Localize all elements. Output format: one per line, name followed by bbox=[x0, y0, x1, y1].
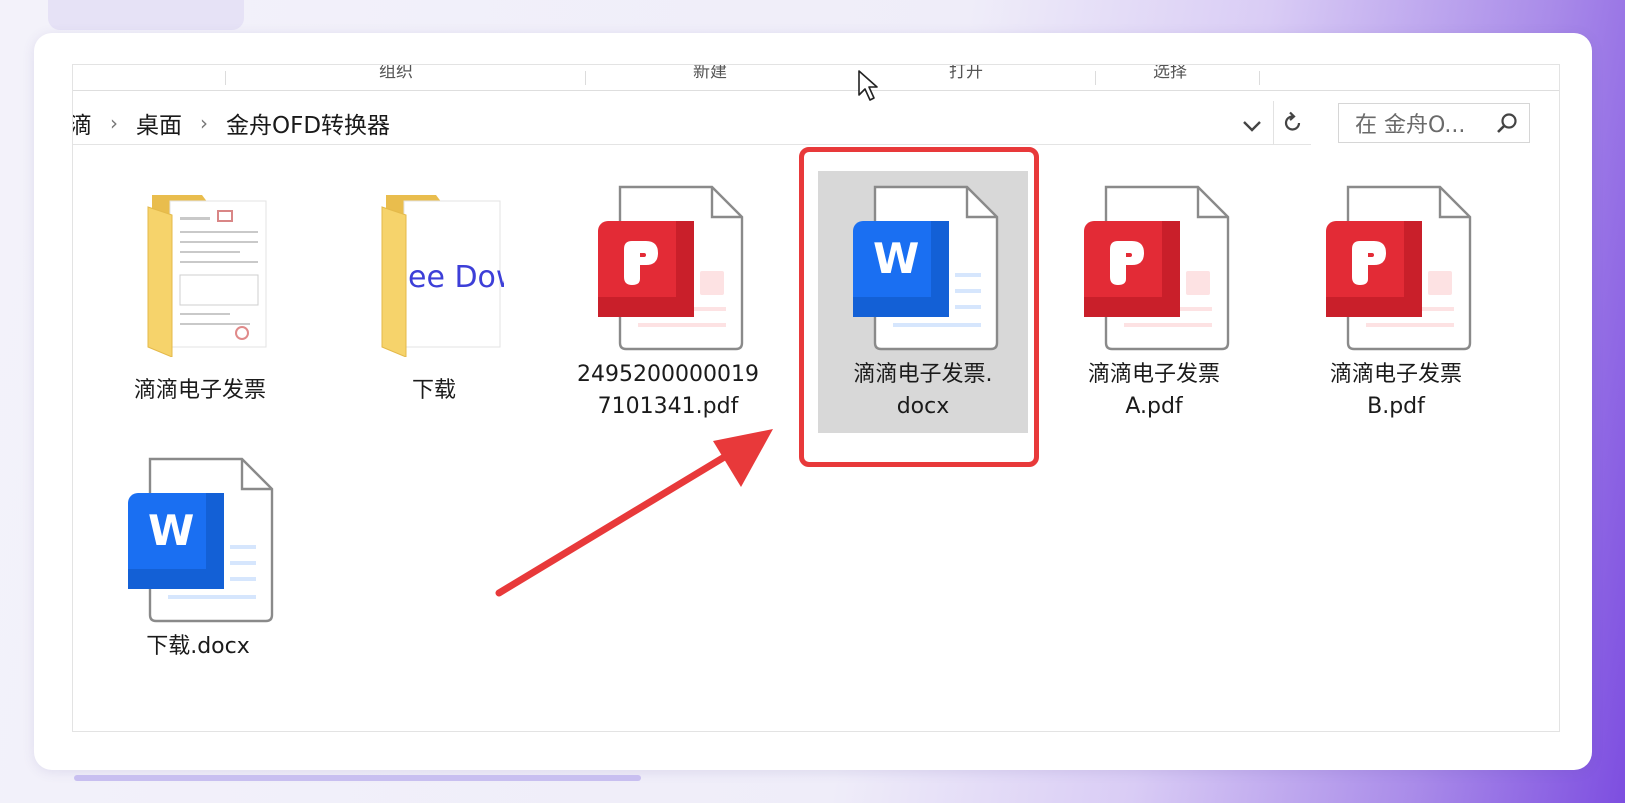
file-item-folder[interactable]: 滴滴电子发票 bbox=[95, 183, 305, 423]
mouse-cursor-icon bbox=[858, 70, 878, 101]
top-tab-decoration bbox=[48, 0, 244, 30]
file-name: 滴滴电子发票 bbox=[1329, 362, 1462, 387]
file-name: 2495200000019 bbox=[577, 362, 759, 387]
file-name: 下载 bbox=[411, 378, 456, 403]
breadcrumb-chevron-icon: › bbox=[110, 110, 118, 135]
file-name: 滴滴电子发票 bbox=[133, 378, 266, 403]
file-explorer-window: 组织 新建 打开 选择 滴 › 桌面 › 金舟OFD转换器 在 金舟O... bbox=[72, 64, 1560, 732]
file-item-docx[interactable]: W 下载.docx bbox=[93, 455, 303, 675]
pdf-file-icon bbox=[598, 185, 744, 351]
search-icon[interactable] bbox=[1495, 112, 1519, 136]
folder-icon bbox=[147, 195, 267, 357]
pdf-file-icon bbox=[1084, 185, 1230, 351]
breadcrumb-item[interactable]: 滴 bbox=[73, 106, 92, 140]
file-item-pdf[interactable]: 2495200000019 7101341.pdf bbox=[563, 183, 773, 443]
ribbon-item-open[interactable]: 打开 bbox=[949, 65, 983, 82]
ribbon-item-select[interactable]: 选择 bbox=[1153, 65, 1187, 82]
search-input[interactable]: 在 金舟O... bbox=[1338, 103, 1530, 143]
chevron-down-icon bbox=[1243, 121, 1261, 132]
file-name: 下载.docx bbox=[146, 634, 250, 659]
address-bar[interactable]: 滴 › 桌面 › 金舟OFD转换器 bbox=[73, 101, 1301, 145]
file-name: B.pdf bbox=[1367, 394, 1425, 419]
ribbon-item-new[interactable]: 新建 bbox=[693, 65, 727, 82]
svg-text:W: W bbox=[148, 506, 194, 555]
ribbon-separator bbox=[225, 71, 226, 85]
pdf-file-icon bbox=[1326, 185, 1472, 351]
breadcrumb-item-folder[interactable]: 金舟OFD转换器 bbox=[226, 106, 390, 140]
breadcrumb-chevron-icon: › bbox=[200, 110, 208, 135]
search-placeholder: 在 金舟O... bbox=[1355, 113, 1466, 138]
ribbon: 组织 新建 打开 选择 bbox=[73, 65, 1559, 91]
scroll-indicator bbox=[74, 775, 641, 781]
file-name: 滴滴电子发票 bbox=[1087, 362, 1220, 387]
annotation-arrow-icon bbox=[495, 429, 773, 597]
annotation-highlight-box bbox=[799, 147, 1039, 467]
ribbon-separator bbox=[1095, 71, 1096, 85]
ribbon-separator bbox=[585, 71, 586, 85]
word-file-icon: W bbox=[128, 457, 274, 623]
address-history-dropdown[interactable] bbox=[1239, 113, 1265, 139]
folder-preview-text: ee Dow bbox=[408, 260, 504, 295]
ribbon-separator bbox=[1259, 71, 1260, 85]
file-item-pdf[interactable]: 滴滴电子发票 A.pdf bbox=[1049, 183, 1259, 443]
file-item-folder[interactable]: ee Dow 下载 bbox=[329, 183, 539, 423]
refresh-button[interactable] bbox=[1273, 101, 1311, 145]
folder-icon: ee Dow bbox=[381, 195, 504, 357]
breadcrumb-item-desktop[interactable]: 桌面 bbox=[136, 106, 182, 140]
ribbon-item-organize[interactable]: 组织 bbox=[379, 65, 413, 82]
file-item-pdf[interactable]: 滴滴电子发票 B.pdf bbox=[1291, 183, 1501, 443]
file-name: A.pdf bbox=[1125, 394, 1183, 419]
refresh-icon bbox=[1284, 111, 1300, 131]
